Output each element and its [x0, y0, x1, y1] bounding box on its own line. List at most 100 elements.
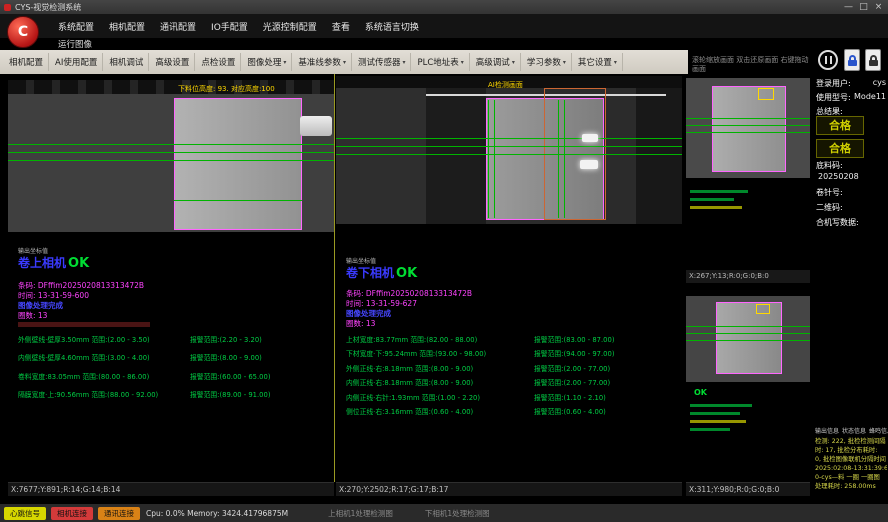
- titlebar: CYS-视觉检测系统 — □ ×: [0, 0, 888, 14]
- left-camera-panel: 下料位高度: 93. 对应高度:100 输出坐标值 卷上相机OK 条码: DFf…: [8, 74, 335, 482]
- app-icon: [4, 4, 11, 11]
- stats-tabs: 输出信息状态信息蜂鸣信息: [815, 426, 888, 435]
- stats-tab[interactable]: 输出信息: [815, 426, 839, 435]
- unlock-button[interactable]: [865, 49, 881, 71]
- chevron-down-icon: ▾: [614, 59, 617, 66]
- guide-line: [8, 160, 334, 161]
- guide-line: [336, 138, 682, 139]
- gripper-part: [300, 116, 332, 136]
- menu-item[interactable]: 光源控制配置: [263, 20, 317, 33]
- camera-result-title: 卷上相机OK: [18, 254, 89, 271]
- chevron-down-icon: ▾: [461, 59, 464, 66]
- chevron-down-icon: ▾: [512, 59, 515, 66]
- guide-line: [8, 152, 334, 153]
- toolbar-button[interactable]: 点检设置 ▾: [196, 53, 241, 71]
- stats-line: 处理耗时: 258.00ms: [815, 482, 887, 491]
- coord-readout-left: X:7677;Y:891;R:14;G:14;B:14: [8, 482, 334, 496]
- result-badge: 合格: [816, 139, 864, 158]
- weld-glint: [580, 160, 598, 169]
- toolbar-button[interactable]: AI使用配置 ▾: [50, 53, 103, 71]
- right-camera-image[interactable]: AI检测画面: [336, 76, 682, 224]
- micro-text: [690, 198, 734, 201]
- minimize-button[interactable]: —: [841, 0, 856, 14]
- toolbar-button-label: 点检设置: [201, 56, 235, 68]
- result-badge: 合格: [816, 116, 864, 135]
- alarm-range: 报警范围:(2.00 - 77.00): [534, 365, 678, 373]
- count-text: 圈数: 13: [18, 310, 47, 321]
- camera-result-title: 卷下相机OK: [346, 264, 417, 281]
- needle-label: 卷针号:: [816, 187, 843, 198]
- lock-button[interactable]: [844, 49, 860, 71]
- stats-tab[interactable]: 蜂鸣信息: [869, 426, 888, 435]
- toolbar-button[interactable]: 相机配置 ▾: [4, 53, 49, 71]
- lock-icon: [869, 60, 878, 66]
- micro-text: [690, 206, 742, 209]
- guide-line: [564, 100, 565, 218]
- toolbar-button[interactable]: 高级调试 ▾: [471, 53, 521, 71]
- toolbar-button-label: AI使用配置: [55, 56, 97, 68]
- view-hint: 滚轮缩放画面 双击还原画面 右键拖动画面: [692, 56, 810, 74]
- app-logo: C: [7, 16, 39, 48]
- measurement-value: 下材宽度·下:95.24mm 范围:(93.00 - 98.00): [346, 350, 534, 358]
- left-camera-image[interactable]: 下料位高度: 93. 对应高度:100: [8, 80, 334, 232]
- qr-label: 二维码:: [816, 202, 843, 213]
- pause-button[interactable]: [818, 50, 838, 70]
- camera1-note: 上相机1处理检测图: [328, 508, 393, 519]
- product-region: [174, 98, 302, 230]
- measurement-value: 上材宽度:83.77mm 范围:(82.00 - 88.00): [346, 336, 534, 344]
- guide-line: [686, 118, 810, 119]
- menu-item[interactable]: 相机配置: [109, 20, 145, 33]
- weld-glint: [582, 134, 598, 142]
- camera-name: 卷上相机: [18, 256, 66, 270]
- preview-column: X:267;Y:13;R:0;G:0;B:0 OK: [686, 74, 810, 482]
- guide-line: [558, 100, 559, 218]
- menu-item[interactable]: 查看: [332, 20, 350, 33]
- chevron-down-icon: ▾: [563, 59, 566, 66]
- measurement-row: 内侧正线·右针:1.93mm 范围:(1.00 - 2.20) 报警范围:(1.…: [346, 394, 678, 402]
- tab-run-image[interactable]: 运行图像: [58, 40, 92, 50]
- toolbar-button[interactable]: 基准线参数 ▾: [293, 53, 352, 71]
- measurement-row: 下材宽度·下:95.24mm 范围:(93.00 - 98.00) 报警范围:(…: [346, 350, 678, 358]
- toolbar-button[interactable]: 学习参数 ▾: [522, 53, 572, 71]
- menu-item[interactable]: 系统配置: [58, 20, 94, 33]
- toolbar-button[interactable]: 相机调试 ▾: [104, 53, 149, 71]
- write-label: 合机写数据:: [816, 217, 859, 228]
- preview-top-image[interactable]: [686, 78, 810, 178]
- toolbar-button[interactable]: 高级设置 ▾: [150, 53, 195, 71]
- toolbar-button[interactable]: 测试传感器 ▾: [353, 53, 412, 71]
- cpu-memory-text: Cpu: 0.0% Memory: 3424.41796875M: [146, 509, 288, 518]
- guide-line: [174, 200, 302, 201]
- product-region: [712, 86, 786, 172]
- toolbar-button[interactable]: PLC地址表 ▾: [412, 53, 469, 71]
- roi-rectangle: [756, 304, 770, 314]
- maximize-button[interactable]: □: [856, 0, 871, 14]
- alarm-range: 报警范围:(1.10 - 2.10): [534, 394, 678, 402]
- menu-item[interactable]: 系统语言切换: [365, 20, 419, 33]
- status-badge: 心跳信号: [4, 507, 46, 520]
- overlay-label: AI检测画面: [488, 80, 523, 90]
- toolbar-button-label: 高级调试: [476, 56, 510, 68]
- toolbar-button[interactable]: 其它设置 ▾: [573, 53, 623, 71]
- toolbar: 相机配置 ▾ AI使用配置 ▾ 相机调试 ▾ 高级设置 ▾ 点检设置 ▾: [0, 50, 688, 74]
- status-badges: 心跳信号相机连接通讯连接: [4, 507, 140, 520]
- measurement-row: 上材宽度:83.77mm 范围:(82.00 - 88.00) 报警范围:(83…: [346, 336, 678, 344]
- status-ok: OK: [694, 388, 707, 397]
- stats-tab[interactable]: 状态信息: [842, 426, 866, 435]
- menu-item[interactable]: 通讯配置: [160, 20, 196, 33]
- status-ok: OK: [396, 266, 417, 281]
- close-button[interactable]: ×: [871, 0, 886, 14]
- toolbar-button[interactable]: 图像处理 ▾: [242, 53, 292, 71]
- alarm-range: 报警范围:(2.20 - 3.20): [190, 336, 330, 344]
- camera-name: 卷下相机: [346, 266, 394, 280]
- guide-line: [8, 144, 334, 145]
- menu-item[interactable]: IO手配置: [211, 20, 248, 33]
- preview-bottom-image[interactable]: [686, 296, 810, 382]
- status-ok: OK: [68, 256, 89, 271]
- measurement-value: 内侧正线·右:8.18mm 范围:(8.00 - 9.00): [346, 379, 534, 387]
- micro-text: [690, 404, 752, 407]
- guide-line: [686, 333, 810, 334]
- status-bar: 心跳信号相机连接通讯连接 Cpu: 0.0% Memory: 3424.4179…: [0, 504, 888, 522]
- measurement-value: 内侧壁线·壁厚4.60mm 范围:(3.00 - 4.00): [18, 354, 190, 362]
- toolbar-button-label: 图像处理: [247, 56, 281, 68]
- guide-line: [336, 154, 682, 155]
